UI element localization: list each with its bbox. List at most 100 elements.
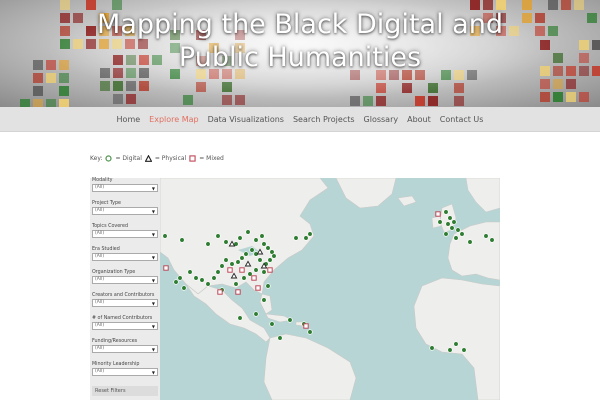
reset-filters-button[interactable]: Reset Filters <box>92 386 158 396</box>
digital-project-marker[interactable] <box>253 267 259 273</box>
digital-project-marker[interactable] <box>261 269 267 275</box>
nav-about[interactable]: About <box>407 115 431 124</box>
filter-topics-covered: Topics Covered (All) ▼ <box>92 224 158 238</box>
africa-landmass <box>413 277 500 400</box>
map-canvas[interactable] <box>160 178 500 400</box>
mixed-project-marker[interactable] <box>163 265 169 271</box>
mixed-project-marker[interactable] <box>255 285 261 291</box>
digital-project-marker[interactable] <box>483 233 489 239</box>
chevron-down-icon: ▼ <box>151 324 155 329</box>
mixed-project-marker[interactable] <box>217 289 223 295</box>
digital-project-marker[interactable] <box>429 345 435 351</box>
digital-project-marker[interactable] <box>219 263 225 269</box>
project-map[interactable] <box>160 178 500 400</box>
digital-project-marker[interactable] <box>237 235 243 241</box>
digital-project-marker[interactable] <box>269 321 275 327</box>
florida-landmass <box>259 293 273 315</box>
nav-home[interactable]: Home <box>117 115 141 124</box>
digital-project-marker[interactable] <box>199 277 205 283</box>
nav-glossary[interactable]: Glossary <box>364 115 399 124</box>
digital-project-marker[interactable] <box>453 341 459 347</box>
digital-project-marker[interactable] <box>257 257 263 263</box>
digital-project-marker[interactable] <box>237 315 243 321</box>
filter-select[interactable]: (All) ▼ <box>92 299 158 307</box>
digital-project-marker[interactable] <box>459 231 465 237</box>
nav-contact-us[interactable]: Contact Us <box>440 115 484 124</box>
digital-project-marker[interactable] <box>265 245 271 251</box>
digital-project-marker[interactable] <box>451 219 457 225</box>
digital-project-marker[interactable] <box>307 329 313 335</box>
digital-project-marker[interactable] <box>179 237 185 243</box>
filter-select[interactable]: (All) ▼ <box>92 184 158 192</box>
digital-project-marker[interactable] <box>215 269 221 275</box>
filter-select[interactable]: (All) ▼ <box>92 276 158 284</box>
digital-project-marker[interactable] <box>211 275 217 281</box>
digital-project-marker[interactable] <box>233 281 239 287</box>
digital-project-marker[interactable] <box>267 257 273 263</box>
digital-project-marker[interactable] <box>443 231 449 237</box>
filter-select[interactable]: (All) ▼ <box>92 230 158 238</box>
digital-project-marker[interactable] <box>277 335 283 341</box>
digital-project-marker[interactable] <box>229 261 235 267</box>
filter-select[interactable]: (All) ▼ <box>92 253 158 261</box>
digital-project-marker[interactable] <box>447 347 453 353</box>
chevron-down-icon: ▼ <box>151 347 155 352</box>
key-physical: = Physical <box>154 155 187 162</box>
digital-project-marker[interactable] <box>181 285 187 291</box>
digital-project-marker[interactable] <box>223 239 229 245</box>
mixed-project-marker[interactable] <box>251 275 257 281</box>
digital-project-marker[interactable] <box>271 253 277 259</box>
digital-project-marker[interactable] <box>173 279 179 285</box>
filter-select[interactable]: (All) ▼ <box>92 345 158 353</box>
digital-project-marker[interactable] <box>293 235 299 241</box>
digital-project-marker[interactable] <box>205 281 211 287</box>
nav-data-visualizations[interactable]: Data Visualizations <box>208 115 284 124</box>
mixed-project-marker[interactable] <box>239 267 245 273</box>
digital-project-marker[interactable] <box>243 251 249 257</box>
digital-project-marker[interactable] <box>287 317 293 323</box>
mixed-project-marker[interactable] <box>227 267 233 273</box>
digital-project-marker[interactable] <box>447 215 453 221</box>
digital-project-marker[interactable] <box>265 283 271 289</box>
nav-explore-map[interactable]: Explore Map <box>149 115 198 124</box>
digital-project-marker[interactable] <box>177 275 183 281</box>
digital-project-marker[interactable] <box>223 257 229 263</box>
digital-project-marker[interactable] <box>261 241 267 247</box>
digital-project-marker[interactable] <box>443 209 449 215</box>
digital-project-marker[interactable] <box>449 225 455 231</box>
filter-select[interactable]: (All) ▼ <box>92 322 158 330</box>
digital-project-marker[interactable] <box>241 275 247 281</box>
digital-project-marker[interactable] <box>437 219 443 225</box>
digital-project-marker[interactable] <box>253 311 259 317</box>
nav-search-projects[interactable]: Search Projects <box>293 115 355 124</box>
mixed-marker-icon <box>189 155 196 162</box>
digital-project-marker[interactable] <box>445 221 451 227</box>
digital-project-marker[interactable] <box>187 269 193 275</box>
digital-project-marker[interactable] <box>245 229 251 235</box>
digital-project-marker[interactable] <box>205 241 211 247</box>
filter-select[interactable]: (All) ▼ <box>92 368 158 376</box>
digital-project-marker[interactable] <box>239 255 245 261</box>
mixed-project-marker[interactable] <box>303 323 309 329</box>
filter-select[interactable]: (All) ▼ <box>92 207 158 215</box>
digital-project-marker[interactable] <box>307 231 313 237</box>
digital-project-marker[interactable] <box>489 237 495 243</box>
greenland-landmass <box>335 178 397 209</box>
digital-project-marker[interactable] <box>453 235 459 241</box>
digital-project-marker[interactable] <box>253 237 259 243</box>
digital-project-marker[interactable] <box>455 227 461 233</box>
digital-project-marker[interactable] <box>259 233 265 239</box>
digital-project-marker[interactable] <box>215 233 221 239</box>
digital-project-marker[interactable] <box>162 233 168 239</box>
digital-project-marker[interactable] <box>303 235 309 241</box>
digital-project-marker[interactable] <box>249 247 255 253</box>
mixed-project-marker[interactable] <box>235 289 241 295</box>
chevron-down-icon: ▼ <box>151 255 155 260</box>
digital-project-marker[interactable] <box>193 275 199 281</box>
mixed-project-marker[interactable] <box>435 211 441 217</box>
digital-project-marker[interactable] <box>461 347 467 353</box>
digital-project-marker[interactable] <box>235 259 241 265</box>
digital-project-marker[interactable] <box>261 297 267 303</box>
mixed-project-marker[interactable] <box>267 267 273 273</box>
digital-project-marker[interactable] <box>467 239 473 245</box>
